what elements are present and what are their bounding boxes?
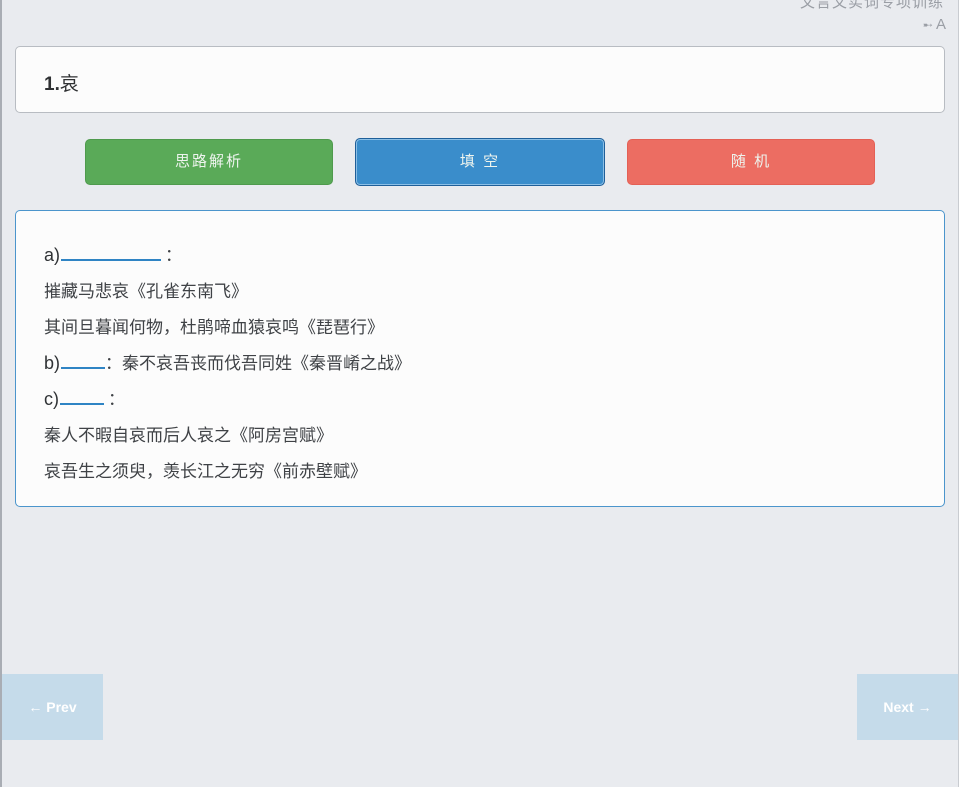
sense-a-label: a) (44, 245, 61, 265)
scrollbar[interactable] (958, 0, 964, 787)
question-card: 1.哀 (15, 46, 945, 113)
random-button[interactable]: 随 机 (627, 139, 875, 185)
sense-a-colon: ： (165, 246, 183, 266)
window-left-border (0, 0, 2, 787)
example-line: 其间旦暮闻何物，杜鹃啼血猿哀鸣《琵琶行》 (44, 318, 384, 338)
sense-b-line: b) ：秦不哀吾丧而伐吾同姓《秦晋崤之战》 (44, 349, 411, 374)
question-title: 1.哀 (44, 69, 79, 96)
fill-blank-button[interactable]: 填 空 (355, 138, 605, 186)
font-size-toggle[interactable]: ➸ A (923, 16, 946, 33)
sense-b-text: ：秦不哀吾丧而伐吾同姓《秦晋崤之战》 (105, 354, 412, 374)
prev-button[interactable]: ← Prev (2, 674, 103, 740)
question-number: 1. (44, 74, 60, 95)
sense-a-blank[interactable] (61, 243, 162, 261)
next-button[interactable]: Next → (857, 674, 958, 740)
sense-b-blank[interactable] (61, 351, 106, 369)
example-line: 摧藏马悲哀《孔雀东南飞》 (44, 282, 248, 302)
header-title: 文言文实词专项训练 (799, 0, 944, 11)
sense-c-line: c) ： (44, 385, 125, 410)
sense-a-line: a) ： (44, 241, 182, 266)
sense-c-label: c) (44, 389, 59, 409)
page: 文言文实词专项训练 ➸ A 1.哀 思路解析 填 空 随 机 a) ： 摧藏马悲哀《… (0, 0, 964, 787)
sense-c-colon: ： (108, 390, 125, 410)
sense-c-blank[interactable] (60, 387, 104, 405)
analysis-button[interactable]: 思路解析 (85, 139, 333, 185)
sense-b-label: b) (44, 353, 61, 373)
arrow-right-icon: ➸ (922, 18, 933, 32)
answer-card: a) ： 摧藏马悲哀《孔雀东南飞》 其间旦暮闻何物，杜鹃啼血猿哀鸣《琵琶行》 b)… (15, 210, 945, 507)
example-line: 秦人不暇自哀而后人哀之《阿房宫赋》 (44, 426, 333, 446)
question-word: 哀 (59, 73, 79, 95)
font-toggle-label: A (935, 16, 946, 33)
example-line: 哀吾生之须臾，羡长江之无穷《前赤壁赋》 (44, 462, 367, 482)
